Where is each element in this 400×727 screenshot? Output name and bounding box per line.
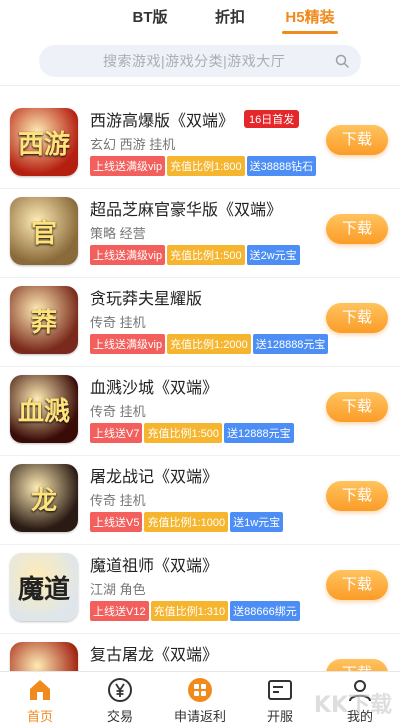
promo-label: 送88666绑元 [230, 601, 300, 621]
promo-labels: 上线送V5 充值比例1:1000 送1w元宝 [90, 512, 390, 532]
game-icon-text: 龙 [30, 485, 57, 516]
nav-label-trade: 交易 [106, 709, 133, 724]
promo-label: 充值比例1:310 [150, 601, 229, 621]
game-name[interactable]: 超品芝麻官豪华版《双端》 [90, 196, 282, 220]
promo-label: 上线送V5 [90, 512, 143, 532]
promo-labels: 上线送V12 充值比例1:310 送88666绑元 [90, 601, 390, 621]
promo-label: 上线送V7 [90, 423, 143, 443]
game-icon[interactable] [10, 642, 78, 671]
nav-label-rebate: 申请返利 [173, 709, 226, 724]
promo-label: 上线送满级vip [90, 334, 166, 354]
game-name[interactable]: 屠龙战记《双端》 [90, 463, 218, 487]
nav-rebate[interactable]: 申请返利 [160, 672, 240, 727]
promo-label: 充值比例1:1000 [144, 512, 229, 532]
launch-badge: 16日首发 [244, 110, 300, 128]
tab-bt[interactable]: BT版 [110, 0, 190, 36]
game-icon[interactable]: 莽 [10, 286, 78, 354]
list-item[interactable]: 官超品芝麻官豪华版《双端》 策略 经营 上线送满级vip 充值比例1:500 送2w元宝… [0, 189, 400, 278]
promo-label: 送128888元宝 [252, 334, 329, 354]
download-button[interactable]: 下载 [326, 481, 388, 511]
list-item[interactable]: 魔道 魔道祖师《双端》 江湖 角色 上线送V12 充值比例1:310 送88666绑元 下载 [0, 545, 400, 634]
promo-label: 上线送满级vip [90, 245, 166, 265]
game-icon-text: 官 [30, 218, 57, 249]
list-item[interactable]: 龙屠龙战记《双端》 传奇 挂机 上线送V5 充值比例1:1000 送1w元宝 下载 [0, 456, 400, 545]
promo-labels: 上线送满级vip 充值比例1:2000 送128888元宝 [90, 334, 390, 354]
download-button[interactable]: 下载 [326, 125, 388, 155]
game-icon[interactable]: 官 [10, 197, 78, 265]
game-name[interactable]: 魔道祖师《双端》 [90, 552, 218, 576]
nav-trade[interactable]: 交易 [80, 672, 160, 727]
list-item[interactable]: 复古屠龙《双端》下载 [0, 634, 400, 671]
search-area: 搜索游戏|游戏分类|游戏大厅 [0, 36, 400, 86]
game-icon-text: 莽 [30, 307, 57, 338]
nav-label-server: 开服 [266, 709, 293, 724]
promo-labels: 上线送V7 充值比例1:500 送12888元宝 [90, 423, 390, 443]
game-icon-text: 魔道 [17, 574, 70, 605]
search-icon[interactable] [335, 54, 349, 68]
tab-h5[interactable]: H5精装 [270, 0, 350, 36]
tab-discount[interactable]: 折扣 [190, 0, 270, 36]
download-button[interactable]: 下载 [326, 214, 388, 244]
search-placeholder: 搜索游戏|游戏分类|游戏大厅 [103, 52, 286, 69]
download-button[interactable]: 下载 [326, 303, 388, 333]
game-icon[interactable]: 血溅 [10, 375, 78, 443]
game-list: 西游 西游高爆版《双端》 16日首发 玄幻 西游 挂机 上线送满级vip 充值比例1:80… [0, 100, 400, 671]
top-tabs: BT版 折扣 H5精装 [0, 0, 400, 36]
server-icon [268, 680, 292, 700]
game-icon-text: 西游 [17, 129, 70, 160]
yen-icon [108, 678, 132, 702]
game-name[interactable]: 西游高爆版《双端》 [90, 107, 234, 131]
list-item[interactable]: 西游 西游高爆版《双端》 16日首发 玄幻 西游 挂机 上线送满级vip 充值比例1:80… [0, 100, 400, 189]
download-button[interactable]: 下载 [326, 659, 388, 671]
search-input[interactable]: 搜索游戏|游戏分类|游戏大厅 [39, 44, 361, 77]
promo-label: 充值比例1:500 [144, 423, 222, 443]
nav-home[interactable]: 首页 [0, 672, 80, 727]
home-icon [30, 680, 50, 700]
promo-label: 上线送V12 [90, 601, 149, 621]
list-item[interactable]: 血溅 血溅沙城《双端》 传奇 挂机 上线送V7 充值比例1:500 送12888元宝 下载 [0, 367, 400, 456]
watermark: KK下载 [313, 693, 392, 718]
list-item[interactable]: 莽贪玩莽夫星耀版 传奇 挂机 上线送满级vip 充值比例1:2000 送128888元宝… [0, 278, 400, 367]
game-name[interactable]: 复古屠龙《双端》 [90, 641, 218, 665]
promo-labels: 上线送满级vip 充值比例1:800 送38888钻石 [90, 156, 390, 176]
game-icon[interactable]: 西游 [10, 108, 78, 176]
promo-label: 充值比例1:800 [167, 156, 245, 176]
game-icon-text: 血溅 [17, 396, 70, 427]
promo-label: 送1w元宝 [230, 512, 284, 532]
download-button[interactable]: 下载 [326, 392, 388, 422]
promo-label: 充值比例1:2000 [167, 334, 251, 354]
game-icon[interactable]: 龙 [10, 464, 78, 532]
game-icon[interactable]: 魔道 [10, 553, 78, 621]
promo-label: 送12888元宝 [224, 423, 294, 443]
game-name[interactable]: 血溅沙城《双端》 [90, 374, 218, 398]
game-name[interactable]: 贪玩莽夫星耀版 [90, 285, 202, 309]
promo-label: 上线送满级vip [90, 156, 166, 176]
promo-label: 送2w元宝 [246, 245, 300, 265]
nav-label-home: 首页 [26, 709, 53, 724]
promo-labels: 上线送满级vip 充值比例1:500 送2w元宝 [90, 245, 390, 265]
download-button[interactable]: 下载 [326, 570, 388, 600]
nav-server[interactable]: 开服 [240, 672, 320, 727]
apps-icon [188, 678, 212, 702]
game-icon-text [10, 642, 78, 671]
promo-label: 充值比例1:500 [167, 245, 245, 265]
promo-label: 送38888钻石 [246, 156, 317, 176]
